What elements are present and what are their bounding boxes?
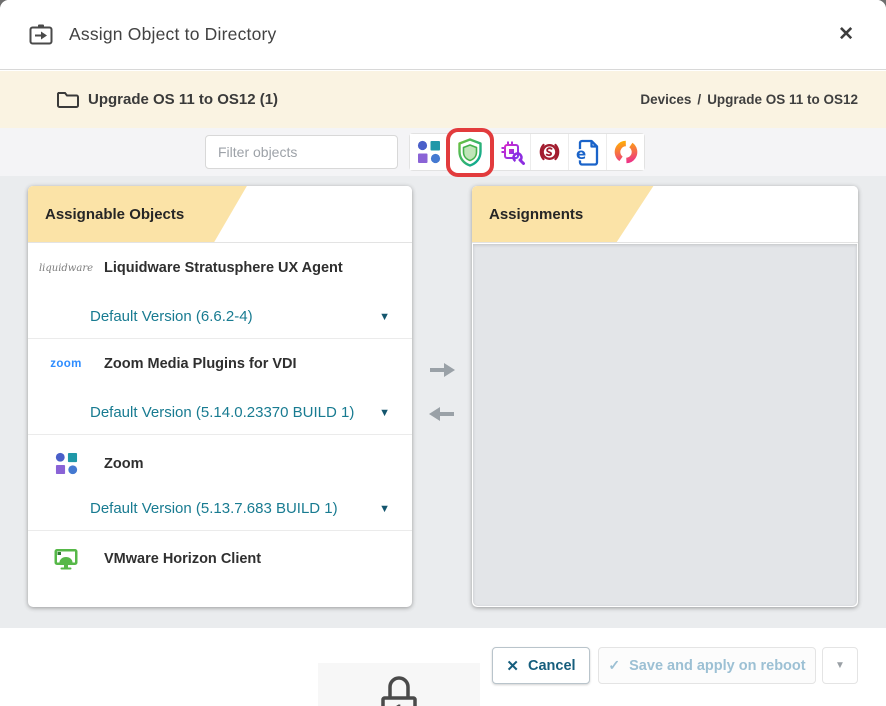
svg-text:e: e (576, 145, 586, 163)
version-dropdown[interactable]: Default Version (6.6.2-4) ▼ (90, 308, 390, 325)
breadcrumb-current[interactable]: Upgrade OS 11 to OS12 (707, 92, 858, 107)
save-options-dropdown-button[interactable]: ▼ (822, 647, 858, 684)
directory-bar: Upgrade OS 11 to OS12 (1) Devices / Upgr… (0, 71, 886, 128)
filter-objects-input[interactable] (205, 135, 398, 169)
lock-indicator: 1 (318, 663, 480, 706)
dialog-footer: 1 ✕ Cancel ✓ Save and apply on reboot ▼ (0, 628, 886, 706)
zoom-app-grid-icon (28, 452, 104, 475)
folder-icon (56, 90, 79, 109)
object-name: Zoom Media Plugins for VDI (104, 356, 297, 372)
cancel-button[interactable]: ✕ Cancel (492, 647, 590, 684)
close-icon[interactable]: ✕ (834, 21, 858, 48)
chip-wrench-icon[interactable] (492, 134, 530, 170)
object-name: Zoom (104, 456, 143, 472)
filter-toolbar: e (0, 128, 886, 176)
transfer-arrows (412, 361, 472, 423)
version-dropdown[interactable]: Default Version (5.13.7.683 BUILD 1) ▼ (90, 500, 390, 517)
chevron-down-icon: ▼ (379, 503, 390, 515)
assign-to-directory-icon (28, 22, 54, 48)
assignments-empty-area (473, 244, 857, 606)
check-icon: ✓ (608, 657, 620, 674)
version-label: Default Version (6.6.2-4) (90, 308, 253, 325)
object-type-filter-group: e (409, 133, 645, 171)
document-e-icon[interactable]: e (568, 134, 606, 170)
cancel-label: Cancel (528, 658, 576, 674)
breadcrumb: Devices / Upgrade OS 11 to OS12 (640, 92, 858, 107)
zoom-logo: zoom (28, 358, 104, 370)
list-item[interactable]: VMware Horizon Client (28, 531, 412, 604)
save-label: Save and apply on reboot (629, 658, 805, 674)
save-and-apply-button[interactable]: ✓ Save and apply on reboot (598, 647, 816, 684)
assignments-header: Assignments (472, 186, 858, 243)
list-item[interactable]: liquidware Liquidware Stratusphere UX Ag… (28, 243, 412, 339)
chevron-down-icon: ▼ (379, 311, 390, 323)
dialog-content: Assignable Objects liquidware Liquidware… (0, 176, 886, 628)
object-name: Liquidware Stratusphere UX Agent (104, 260, 343, 276)
list-item[interactable]: zoom Zoom Media Plugins for VDI Default … (28, 339, 412, 435)
move-right-button[interactable] (427, 361, 457, 379)
liquidware-logo: liquidware (28, 263, 104, 274)
chevron-down-icon: ▼ (379, 407, 390, 419)
dialog-title: Assign Object to Directory (69, 24, 277, 45)
dialog-titlebar: Assign Object to Directory ✕ (0, 0, 886, 70)
version-label: Default Version (5.14.0.23370 BUILD 1) (90, 404, 354, 421)
object-name: VMware Horizon Client (104, 551, 261, 567)
ring-icon[interactable] (606, 134, 644, 170)
move-left-button[interactable] (427, 405, 457, 423)
horizon-monitor-icon (28, 548, 104, 570)
version-label: Default Version (5.13.7.683 BUILD 1) (90, 500, 338, 517)
assignable-objects-header: Assignable Objects (28, 186, 412, 243)
version-dropdown[interactable]: Default Version (5.14.0.23370 BUILD 1) ▼ (90, 404, 390, 421)
assignments-title: Assignments (472, 186, 858, 243)
svg-text:1: 1 (395, 701, 403, 706)
x-icon: ✕ (506, 657, 519, 675)
breadcrumb-devices[interactable]: Devices (640, 92, 691, 107)
assignable-objects-title: Assignable Objects (28, 186, 412, 243)
app-grid-icon[interactable] (410, 134, 448, 170)
assignments-panel: Assignments (472, 186, 858, 607)
gauge-icon[interactable] (530, 134, 568, 170)
list-item[interactable]: Zoom Default Version (5.13.7.683 BUILD 1… (28, 435, 412, 531)
shield-icon[interactable] (450, 132, 490, 173)
assignable-objects-panel: Assignable Objects liquidware Liquidware… (28, 186, 412, 607)
assign-object-dialog: Assign Object to Directory ✕ Upgrade OS … (0, 0, 886, 706)
padlock-icon: 1 (375, 674, 423, 706)
directory-name: Upgrade OS 11 to OS12 (1) (88, 91, 278, 108)
chevron-down-icon: ▼ (835, 660, 845, 671)
breadcrumb-separator: / (697, 92, 701, 107)
